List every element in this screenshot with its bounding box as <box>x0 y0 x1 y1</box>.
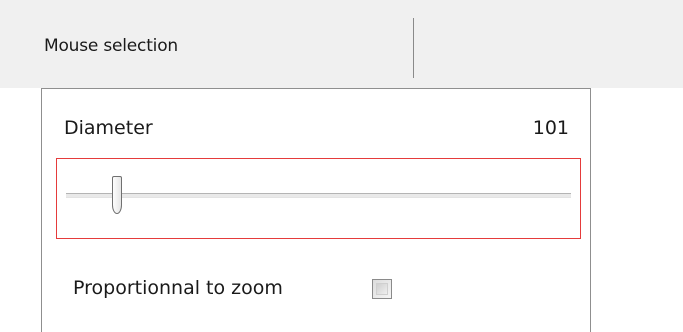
settings-panel: Diameter 101 Proportionnal to zoom <box>41 88 591 332</box>
header-title: Mouse selection <box>44 36 178 56</box>
diameter-label: Diameter <box>64 117 153 139</box>
diameter-slider[interactable] <box>56 158 581 239</box>
proportional-to-zoom-checkbox[interactable] <box>372 279 392 299</box>
slider-thumb[interactable] <box>111 176 122 214</box>
proportional-to-zoom-label: Proportionnal to zoom <box>73 277 283 299</box>
mouse-selection-settings: Mouse selection Diameter 101 Proportionn… <box>0 0 683 332</box>
header-divider <box>413 18 414 78</box>
diameter-value: 101 <box>532 117 569 139</box>
slider-track[interactable] <box>66 193 571 198</box>
header-bar: Mouse selection <box>0 0 683 88</box>
